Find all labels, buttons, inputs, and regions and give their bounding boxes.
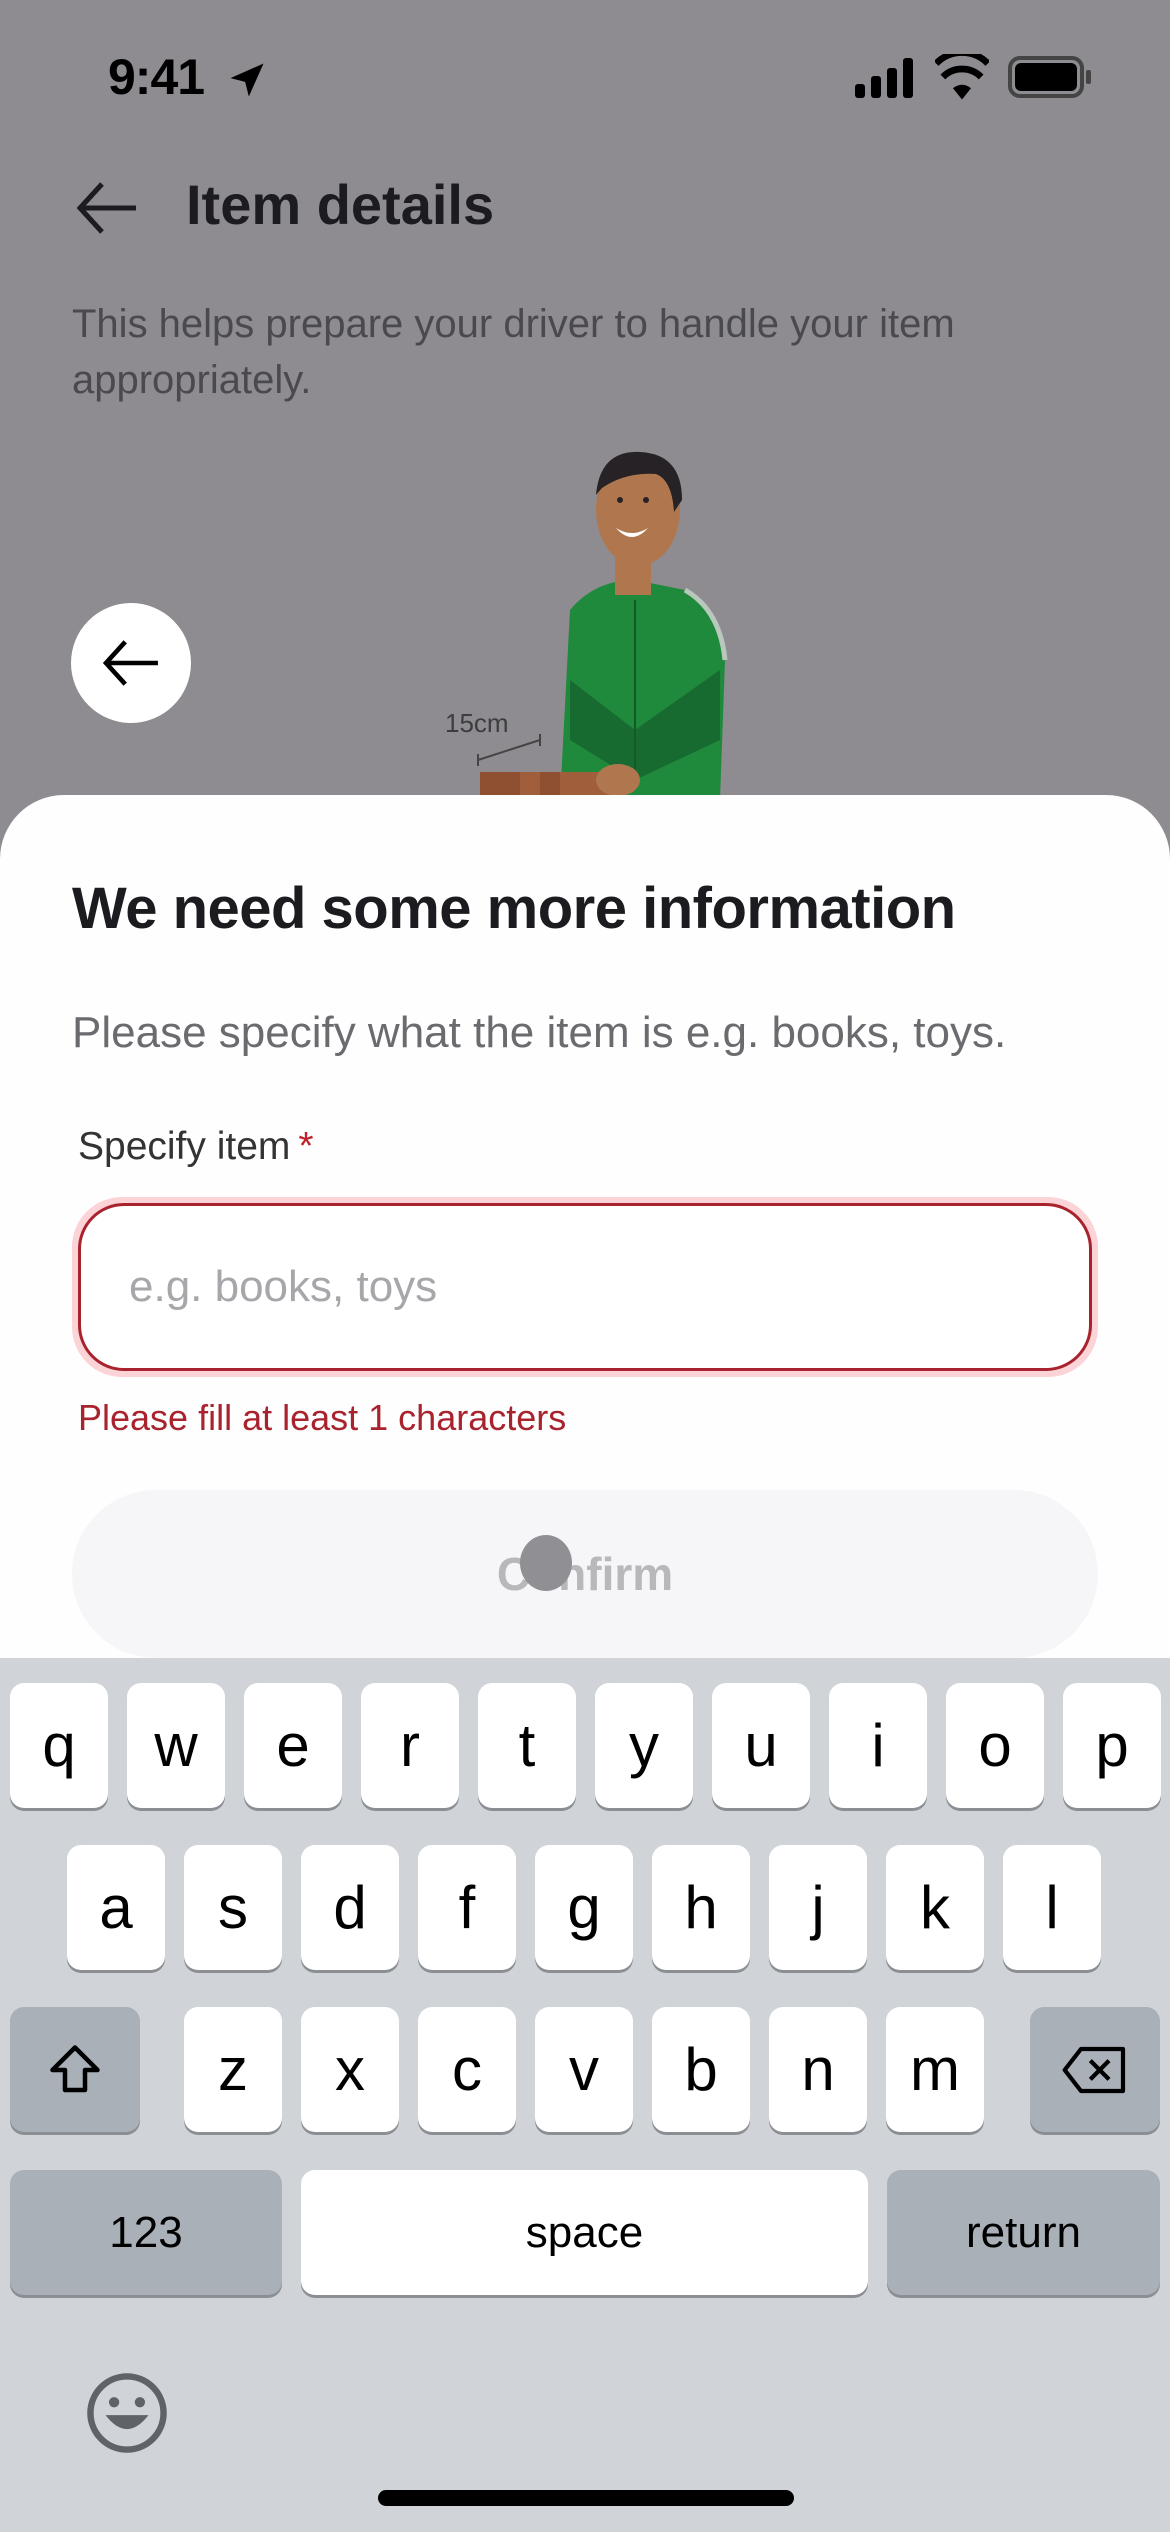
- wifi-icon: [935, 54, 989, 100]
- key-b[interactable]: b: [652, 2007, 750, 2132]
- key-c[interactable]: c: [418, 2007, 516, 2132]
- key-d[interactable]: d: [301, 1845, 399, 1970]
- driver-illustration: 15cm: [445, 451, 728, 800]
- page-subtitle: This helps prepare your driver to handle…: [72, 302, 955, 402]
- key-s[interactable]: s: [184, 1845, 282, 1970]
- floating-back-button[interactable]: [71, 603, 191, 723]
- key-f[interactable]: f: [418, 1845, 516, 1970]
- page-title: Item details: [186, 173, 495, 236]
- key-u[interactable]: u: [712, 1683, 810, 1808]
- key-v[interactable]: v: [535, 2007, 633, 2132]
- key-z[interactable]: z: [184, 2007, 282, 2132]
- status-time: 9:41: [108, 49, 205, 105]
- battery-icon: [1008, 56, 1091, 98]
- key-o[interactable]: o: [946, 1683, 1044, 1808]
- key-y[interactable]: y: [595, 1683, 693, 1808]
- key-r[interactable]: r: [361, 1683, 459, 1808]
- home-indicator: [378, 2490, 794, 2506]
- key-p[interactable]: p: [1063, 1683, 1161, 1808]
- key-l[interactable]: l: [1003, 1845, 1101, 1970]
- emoji-icon[interactable]: [84, 2370, 170, 2456]
- touch-indicator: [520, 1535, 572, 1591]
- specify-item-field: [72, 1197, 1098, 1377]
- key-h[interactable]: h: [652, 1845, 750, 1970]
- key-e[interactable]: e: [244, 1683, 342, 1808]
- return-key[interactable]: return: [887, 2170, 1160, 2295]
- specify-item-label: Specify item *: [78, 1125, 314, 1169]
- dimension-label: 15cm: [445, 708, 509, 738]
- key-n[interactable]: n: [769, 2007, 867, 2132]
- confirm-button[interactable]: Confirm: [72, 1490, 1098, 1658]
- cellular-signal-icon: [855, 58, 913, 98]
- required-marker: *: [298, 1125, 314, 1168]
- delete-key[interactable]: [1030, 2007, 1160, 2132]
- key-x[interactable]: x: [301, 2007, 399, 2132]
- specify-item-input[interactable]: [78, 1203, 1092, 1371]
- location-arrow-icon: [230, 63, 264, 97]
- shift-key[interactable]: [10, 2007, 140, 2132]
- key-g[interactable]: g: [535, 1845, 633, 1970]
- sheet-title: We need some more information: [72, 876, 956, 941]
- header-back-button[interactable]: [74, 178, 140, 238]
- shift-icon: [50, 2044, 100, 2092]
- key-a[interactable]: a: [67, 1845, 165, 1970]
- field-label-text: Specify item: [78, 1125, 291, 1168]
- key-j[interactable]: j: [769, 1845, 867, 1970]
- numbers-key[interactable]: 123: [10, 2170, 282, 2295]
- space-key[interactable]: space: [301, 2170, 868, 2295]
- key-t[interactable]: t: [478, 1683, 576, 1808]
- key-w[interactable]: w: [127, 1683, 225, 1808]
- arrow-left-icon: [102, 640, 158, 686]
- dimension-marker: 15cm: [445, 708, 541, 766]
- field-error-message: Please fill at least 1 characters: [78, 1397, 567, 1438]
- key-k[interactable]: k: [886, 1845, 984, 1970]
- key-q[interactable]: q: [10, 1683, 108, 1808]
- key-i[interactable]: i: [829, 1683, 927, 1808]
- driver-figure: [560, 451, 728, 800]
- backspace-icon: [1062, 2046, 1126, 2093]
- key-m[interactable]: m: [886, 2007, 984, 2132]
- sheet-description: Please specify what the item is e.g. boo…: [72, 1008, 1007, 1057]
